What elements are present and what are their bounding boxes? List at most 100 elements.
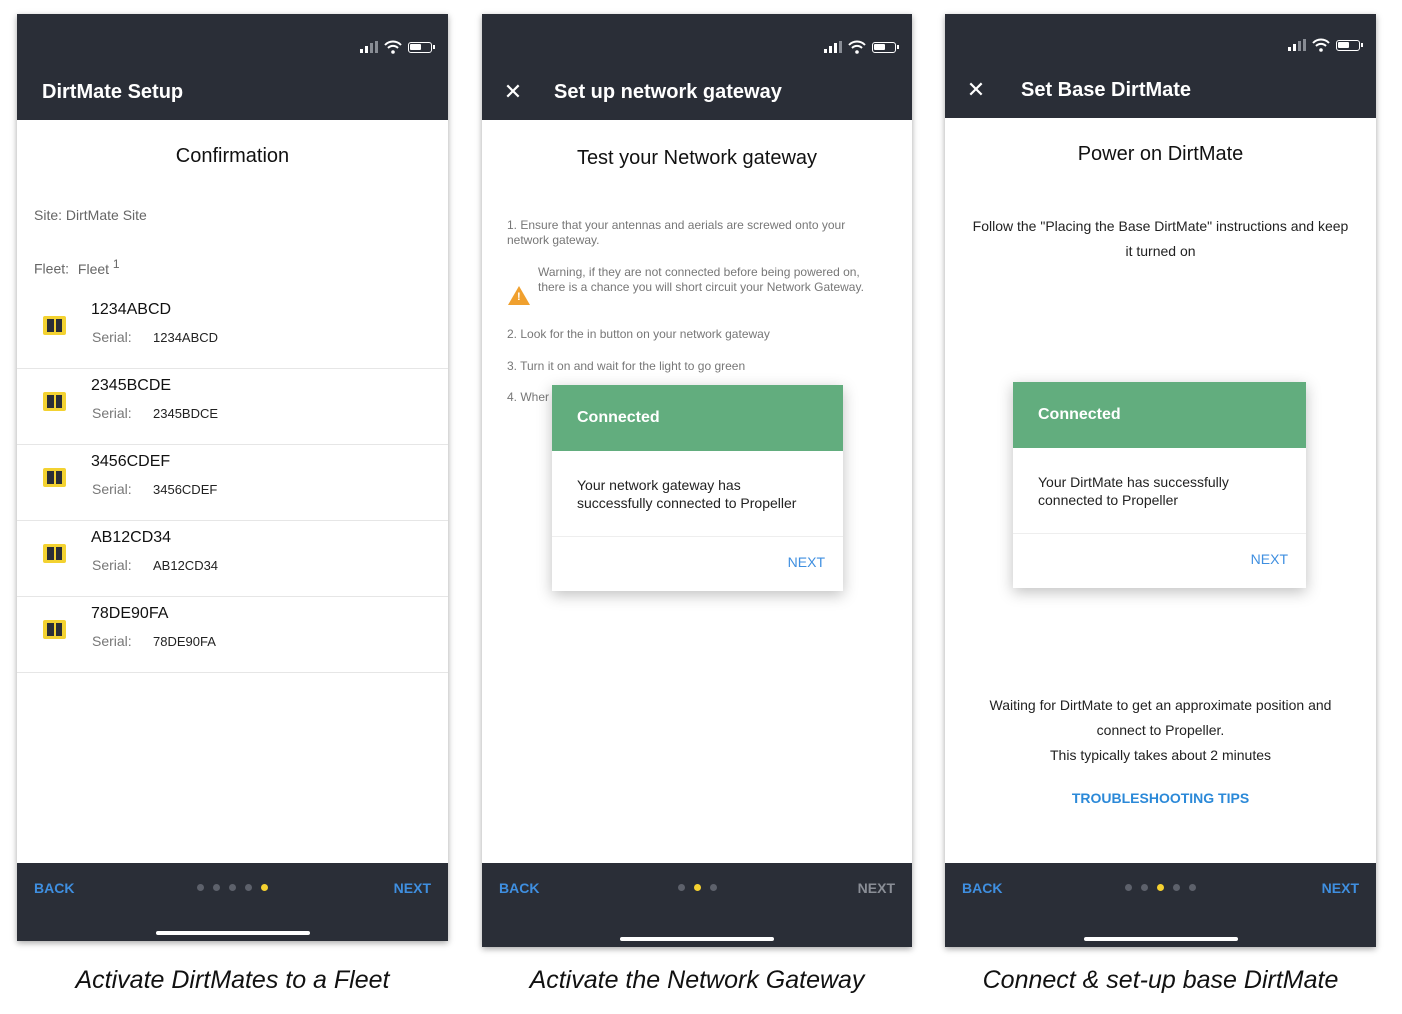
troubleshooting-tips-link[interactable]: TROUBLESHOOTING TIPS bbox=[945, 790, 1376, 806]
page-indicator bbox=[482, 884, 912, 891]
battery-icon bbox=[872, 41, 899, 53]
dirtmate-name: AB12CD34 bbox=[91, 529, 172, 546]
wifi-icon bbox=[1312, 38, 1330, 52]
step-1-text: 1. Ensure that your antennas and aerials… bbox=[507, 218, 846, 247]
warning-text: Warning, if they are not connected befor… bbox=[538, 265, 864, 294]
step-2-text: 2. Look for the in button on your networ… bbox=[507, 327, 770, 341]
app-bar-title: DirtMate Setup bbox=[42, 80, 184, 103]
serial-value: 2345BDCE bbox=[153, 406, 219, 421]
dirtmate-device-icon bbox=[43, 316, 66, 335]
dirtmate-row[interactable]: 2345BCDE Serial: 2345BDCE bbox=[17, 369, 448, 445]
phone-screen-fleet: DirtMate Setup Confirmation Site: DirtMa… bbox=[17, 14, 448, 941]
bottom-nav-bar: BACK NEXT bbox=[482, 863, 912, 947]
app-bar-title: Set up network gateway bbox=[554, 80, 782, 103]
bottom-nav-bar: BACK NEXT bbox=[17, 863, 448, 941]
page-dot-active bbox=[261, 884, 268, 891]
app-bar: ✕ Set Base DirtMate bbox=[945, 62, 1376, 118]
page-indicator bbox=[17, 884, 448, 891]
caption-gateway: Activate the Network Gateway bbox=[529, 966, 865, 994]
cellular-signal-icon bbox=[360, 41, 378, 53]
status-bar bbox=[945, 14, 1376, 62]
dirtmate-device-icon bbox=[43, 620, 66, 639]
page-dot bbox=[1173, 884, 1180, 891]
app-bar-title: Set Base DirtMate bbox=[1021, 78, 1192, 101]
fleet-suffix: 1 bbox=[112, 257, 120, 271]
cellular-signal-icon bbox=[1288, 39, 1306, 51]
dialog-message: Your DirtMate has successfully connected… bbox=[1013, 448, 1306, 534]
dirtmate-name: 2345BCDE bbox=[91, 377, 172, 394]
serial-label: Serial: bbox=[92, 405, 132, 421]
app-bar: ✕ Set up network gateway bbox=[482, 64, 912, 120]
fleet-value: Fleet bbox=[77, 260, 110, 277]
wifi-icon bbox=[848, 40, 866, 54]
page-dot bbox=[677, 884, 685, 891]
dirtmate-row[interactable]: 78DE90FA Serial: 78DE90FA bbox=[17, 597, 448, 673]
serial-value: 1234ABCD bbox=[153, 330, 219, 345]
status-bar bbox=[482, 14, 912, 64]
page-dot bbox=[245, 884, 252, 891]
next-button[interactable]: NEXT bbox=[1322, 880, 1359, 896]
app-bar: DirtMate Setup bbox=[17, 64, 448, 120]
connected-dialog: Connected Your DirtMate has successfully… bbox=[1013, 382, 1306, 588]
home-indicator[interactable] bbox=[620, 937, 774, 941]
screen-title: Confirmation bbox=[175, 145, 290, 167]
dirtmate-name: 1234ABCD bbox=[91, 301, 172, 318]
fleet-label: Fleet: bbox=[34, 260, 70, 277]
dirtmate-row[interactable]: 1234ABCD Serial: 1234ABCD bbox=[17, 293, 448, 369]
page-dot bbox=[213, 884, 220, 891]
caption-base-dirtmate: Connect & set-up base DirtMate bbox=[982, 966, 1339, 994]
screen-title: Power on DirtMate bbox=[1077, 143, 1244, 165]
close-icon[interactable]: ✕ bbox=[965, 77, 987, 103]
battery-icon bbox=[1336, 39, 1363, 51]
dialog-heading: Connected bbox=[1013, 382, 1306, 448]
serial-label: Serial: bbox=[92, 329, 132, 345]
dirtmate-row[interactable]: 3456CDEF Serial: 3456CDEF bbox=[17, 445, 448, 521]
next-button-disabled[interactable]: NEXT bbox=[858, 880, 895, 896]
page-dot-active bbox=[1157, 884, 1164, 891]
cellular-signal-icon bbox=[824, 41, 842, 53]
home-indicator[interactable] bbox=[155, 931, 310, 935]
dirtmate-device-icon bbox=[43, 468, 66, 487]
site-line: Site: DirtMate Site bbox=[34, 207, 147, 223]
instructions-text: Follow the "Placing the Base DirtMate" i… bbox=[972, 218, 1349, 259]
dirtmate-name: 78DE90FA bbox=[91, 605, 169, 622]
screen-title: Test your Network gateway bbox=[576, 147, 818, 169]
dirtmate-row[interactable]: AB12CD34 Serial: AB12CD34 bbox=[17, 521, 448, 597]
bottom-nav-bar: BACK NEXT bbox=[945, 863, 1376, 947]
warning-icon: ! bbox=[508, 286, 530, 305]
page-dot bbox=[229, 884, 236, 891]
phone-screen-base-dirtmate: ✕ Set Base DirtMate Power on DirtMate Fo… bbox=[945, 14, 1376, 947]
battery-icon bbox=[408, 41, 435, 53]
page-dot bbox=[1125, 884, 1132, 891]
page-dot bbox=[197, 884, 204, 891]
serial-label: Serial: bbox=[92, 481, 132, 497]
close-icon[interactable]: ✕ bbox=[502, 79, 524, 105]
dirtmate-device-icon bbox=[43, 544, 66, 563]
dialog-next-button[interactable]: NEXT bbox=[1013, 534, 1306, 588]
phone-screen-gateway: ✕ Set up network gateway Test your Netwo… bbox=[482, 14, 912, 947]
dialog-next-button[interactable]: NEXT bbox=[552, 537, 843, 591]
page-dot bbox=[709, 884, 717, 891]
dirtmate-device-icon bbox=[43, 392, 66, 411]
serial-value: 78DE90FA bbox=[153, 634, 216, 649]
home-indicator[interactable] bbox=[1083, 937, 1238, 941]
connected-dialog: Connected Your network gateway has succe… bbox=[552, 385, 843, 591]
status-bar bbox=[17, 14, 448, 64]
serial-label: Serial: bbox=[92, 557, 132, 573]
next-button[interactable]: NEXT bbox=[394, 880, 431, 896]
page-dot bbox=[1141, 884, 1148, 891]
serial-value: AB12CD34 bbox=[153, 558, 219, 573]
step-3-text: 3. Turn it on and wait for the light to … bbox=[507, 359, 746, 373]
page-dot bbox=[1189, 884, 1196, 891]
wifi-icon bbox=[384, 40, 402, 54]
fleet-line: Fleet: Fleet 1 bbox=[34, 257, 120, 277]
caption-fleet: Activate DirtMates to a Fleet bbox=[75, 966, 390, 994]
dialog-message: Your network gateway has successfully co… bbox=[552, 451, 843, 537]
dirtmate-name: 3456CDEF bbox=[91, 453, 171, 470]
serial-value: 3456CDEF bbox=[153, 482, 218, 497]
page-dot-active bbox=[693, 884, 701, 891]
serial-label: Serial: bbox=[92, 633, 132, 649]
page-indicator bbox=[945, 884, 1376, 891]
dialog-heading: Connected bbox=[552, 385, 843, 451]
waiting-text: Waiting for DirtMate to get an approxima… bbox=[989, 697, 1332, 738]
